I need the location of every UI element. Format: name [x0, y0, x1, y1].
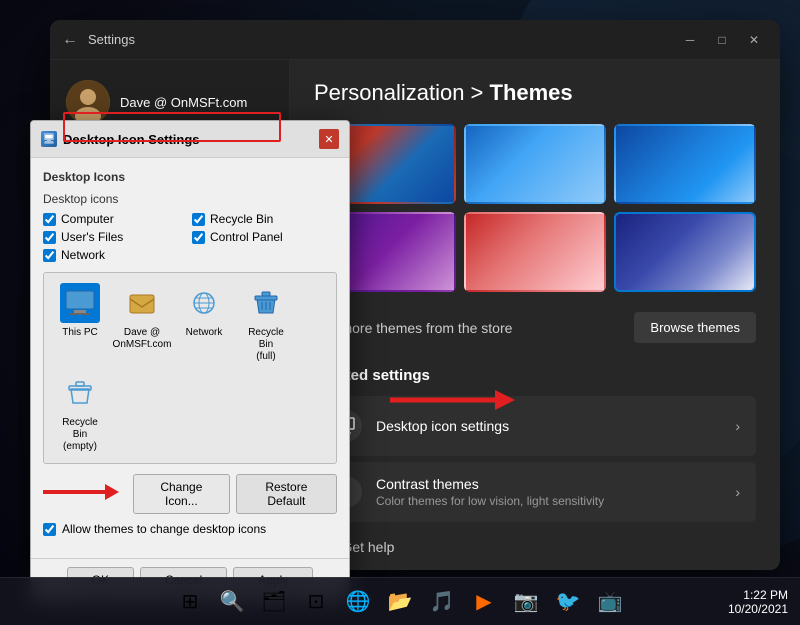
thispc-icon-label: This PC — [62, 327, 98, 339]
dialog-section-label: Desktop Icons — [43, 170, 337, 184]
desktop-icon-settings-info: Desktop icon settings — [376, 418, 735, 434]
browse-themes-button[interactable]: Browse themes — [634, 312, 756, 343]
user-icon-box — [122, 283, 162, 323]
restore-default-button[interactable]: Restore Default — [236, 474, 337, 514]
contrast-themes-row[interactable]: ◐ Contrast themes Color themes for low v… — [314, 462, 756, 522]
allow-themes-row[interactable]: Allow themes to change desktop icons — [43, 522, 337, 536]
network-checkbox-item[interactable]: Network — [43, 248, 188, 262]
get-help-row[interactable]: 💬 Get help — [314, 528, 756, 565]
give-feedback-row[interactable]: 👤 Give feedback — [314, 565, 756, 570]
dialog-titlebar: 🖥 Desktop Icon Settings ✕ — [31, 121, 349, 158]
controlpanel-checkbox-item[interactable]: Control Panel — [192, 230, 337, 244]
taskbar-time: 1:22 PM10/20/2021 — [728, 588, 788, 616]
minimize-button[interactable]: ─ — [676, 26, 704, 54]
taskbar-media-button[interactable]: 📺 — [592, 584, 628, 620]
thispc-icon-item[interactable]: This PC — [54, 283, 106, 363]
recyclebin-full-icon-label: Recycle Bin(full) — [240, 327, 292, 363]
page-header: Personalization > Themes — [314, 80, 756, 106]
dialog-title-text: Desktop Icon Settings — [63, 132, 313, 147]
dialog-body: Desktop Icons Desktop icons Computer Rec… — [31, 158, 349, 558]
computer-label: Computer — [61, 212, 114, 226]
usersfiles-checkbox[interactable] — [43, 231, 56, 244]
user-icon-item[interactable]: Dave @OnMSFt.com — [116, 283, 168, 363]
recyclebin-empty-icon-item[interactable]: Recycle Bin(empty) — [54, 373, 106, 453]
taskbar-twitter-button[interactable]: 🐦 — [550, 584, 586, 620]
computer-checkbox[interactable] — [43, 213, 56, 226]
contrast-themes-chevron: › — [735, 484, 740, 500]
contrast-themes-desc: Color themes for low vision, light sensi… — [376, 494, 735, 508]
breadcrumb: Personalization > Themes — [314, 80, 756, 106]
maximize-button[interactable]: □ — [708, 26, 736, 54]
taskbar-search-button[interactable]: 🔍 — [214, 584, 250, 620]
allow-themes-label: Allow themes to change desktop icons — [62, 522, 266, 536]
user-icon-label: Dave @OnMSFt.com — [113, 327, 172, 351]
desktop-icon-settings-chevron: › — [735, 418, 740, 434]
recyclebin-full-icon-box — [246, 283, 286, 323]
network-icon-label: Network — [186, 327, 223, 339]
change-icon-button[interactable]: Change Icon... — [133, 474, 230, 514]
themes-grid — [314, 124, 756, 292]
red-arrow-change-icon — [43, 480, 123, 509]
theme-item-6[interactable] — [614, 212, 756, 292]
taskbar-play-button[interactable]: ▶ — [466, 584, 502, 620]
taskbar-snap-button[interactable]: ⊡ — [298, 584, 334, 620]
usersfiles-label: User's Files — [61, 230, 123, 244]
taskbar-edge-button[interactable]: 🌐 — [340, 584, 376, 620]
contrast-themes-info: Contrast themes Color themes for low vis… — [376, 476, 735, 508]
main-panel: Personalization > Themes Get more themes… — [290, 60, 780, 570]
close-button[interactable]: ✕ — [740, 26, 768, 54]
icon-preview-row: This PC Dave @OnMSFt.com — [43, 272, 337, 464]
checkbox-grid: Computer Recycle Bin User's Files Contro… — [43, 212, 337, 262]
dialog-title-icon: 🖥 — [41, 131, 57, 147]
desktop-icon-settings-dialog: 🖥 Desktop Icon Settings ✕ Desktop Icons … — [30, 120, 350, 602]
controlpanel-label: Control Panel — [210, 230, 283, 244]
title-bar: ← Settings ─ □ ✕ — [50, 20, 780, 60]
back-button[interactable]: ← — [62, 31, 78, 49]
taskbar-start-button[interactable]: ⊞ — [172, 584, 208, 620]
recyclebin-label: Recycle Bin — [210, 212, 273, 226]
change-icon-row: Change Icon... Restore Default — [43, 474, 337, 514]
recyclebin-empty-icon-label: Recycle Bin(empty) — [54, 417, 106, 453]
desktop-icon-settings-row[interactable]: Desktop icon settings › — [314, 396, 756, 456]
dialog-close-button[interactable]: ✕ — [319, 129, 339, 149]
dialog-sub-label: Desktop icons — [43, 192, 337, 206]
browse-row: Get more themes from the store Browse th… — [314, 308, 756, 347]
taskbar: ⊞ 🔍 🗂 ⊡ 🌐 📂 🎵 ▶ 📷 🐦 📺 1:22 PM10/20/2021 — [0, 577, 800, 625]
network-icon-item[interactable]: Network — [178, 283, 230, 363]
thispc-icon-box — [60, 283, 100, 323]
breadcrumb-bold: Themes — [490, 80, 573, 105]
window-controls: ─ □ ✕ — [676, 26, 768, 54]
network-label: Network — [61, 248, 105, 262]
breadcrumb-prefix: Personalization > — [314, 80, 490, 105]
controlpanel-checkbox[interactable] — [192, 231, 205, 244]
related-settings-section: Related settings Desktop icon settings › — [314, 367, 756, 570]
user-name: Dave @ OnMSFt.com — [120, 95, 247, 110]
computer-checkbox-item[interactable]: Computer — [43, 212, 188, 226]
recyclebin-checkbox[interactable] — [192, 213, 205, 226]
theme-item-2[interactable] — [464, 124, 606, 204]
network-checkbox[interactable] — [43, 249, 56, 262]
contrast-themes-name: Contrast themes — [376, 476, 735, 492]
taskbar-explorer-button[interactable]: 📂 — [382, 584, 418, 620]
related-settings-title: Related settings — [314, 367, 756, 384]
network-icon-box — [184, 283, 224, 323]
theme-item-3[interactable] — [614, 124, 756, 204]
recyclebin-checkbox-item[interactable]: Recycle Bin — [192, 212, 337, 226]
theme-item-5[interactable] — [464, 212, 606, 292]
recyclebin-empty-icon-box — [60, 373, 100, 413]
avatar — [66, 80, 110, 124]
usersfiles-checkbox-item[interactable]: User's Files — [43, 230, 188, 244]
taskbar-camera-button[interactable]: 📷 — [508, 584, 544, 620]
desktop-icon-settings-name: Desktop icon settings — [376, 418, 735, 434]
window-title: Settings — [88, 32, 135, 47]
taskbar-widgets-button[interactable]: 🗂 — [256, 584, 292, 620]
recyclebin-full-icon-item[interactable]: Recycle Bin(full) — [240, 283, 292, 363]
taskbar-spotify-button[interactable]: 🎵 — [424, 584, 460, 620]
allow-themes-checkbox[interactable] — [43, 523, 56, 536]
change-icon-actions: Change Icon... Restore Default — [43, 474, 337, 514]
